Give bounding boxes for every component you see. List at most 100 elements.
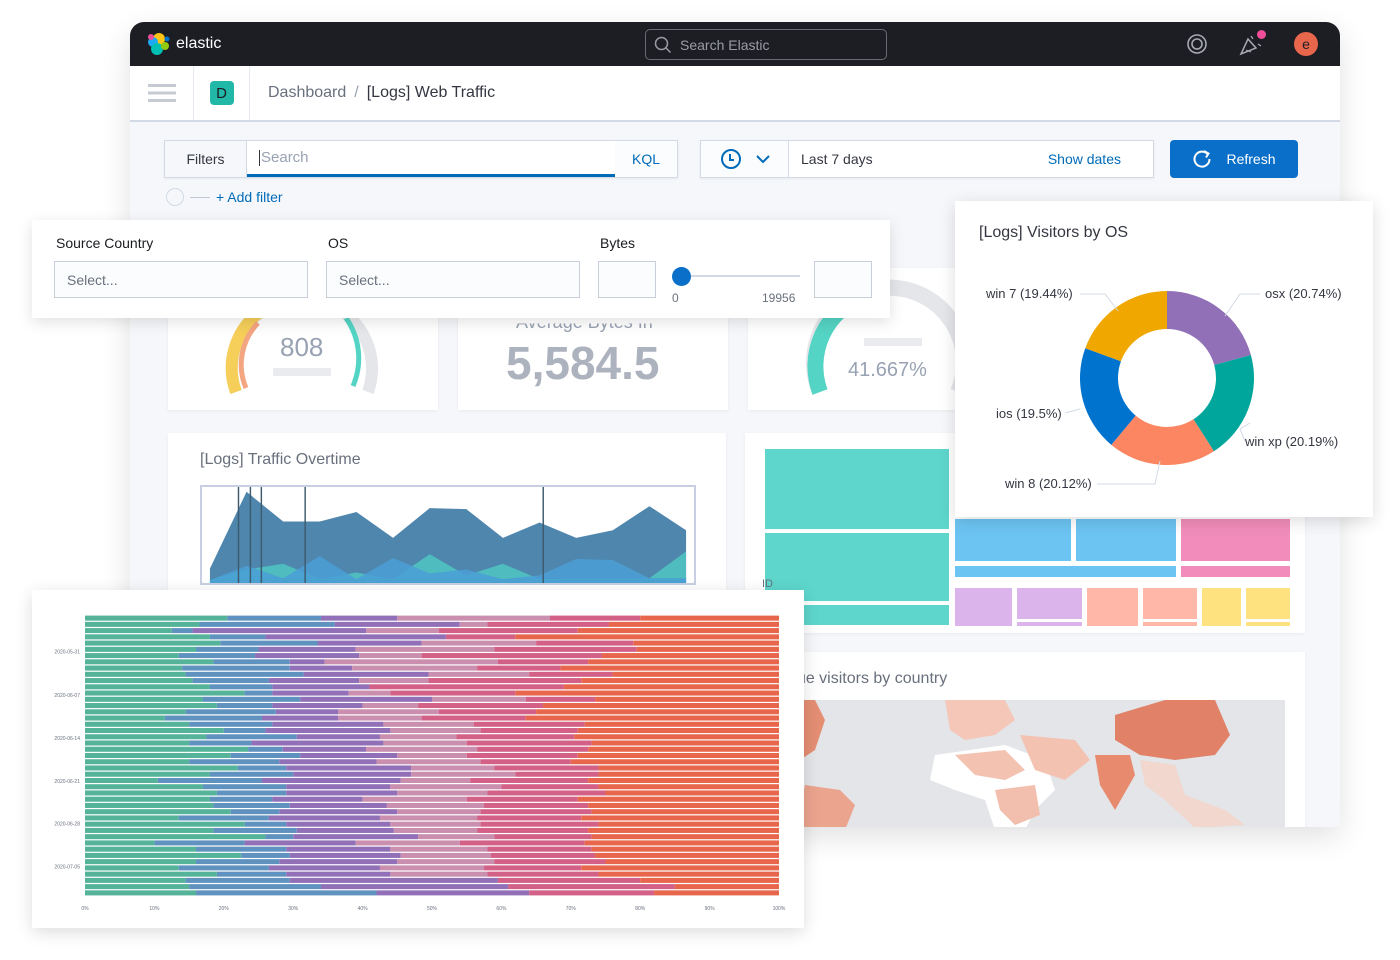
bar-segment[interactable] [85,690,245,696]
bar-segment[interactable] [390,846,488,852]
space-selector[interactable]: D [194,66,250,120]
source-country-select[interactable]: Select... [54,261,308,298]
bar-segment[interactable] [261,777,401,783]
bar-segment[interactable] [654,890,779,896]
bar-segment[interactable] [85,621,200,627]
bar-segment[interactable] [85,809,231,815]
help-icon[interactable] [1186,33,1208,55]
bar-segment[interactable] [244,840,356,846]
bar-segment[interactable] [279,759,377,765]
bar-segment[interactable] [636,646,779,652]
bar-segment[interactable] [85,684,210,690]
bar-segment[interactable] [577,728,779,734]
bar-segment[interactable] [85,715,165,721]
bar-segment[interactable] [303,671,429,677]
bar-segment[interactable] [265,634,446,640]
bar-segment[interactable] [272,721,384,727]
bar-segment[interactable] [438,628,578,634]
bar-segment[interactable] [525,715,779,721]
bar-segment[interactable] [570,759,779,765]
treemap-cell[interactable] [1017,622,1082,626]
bar-segment[interactable] [85,640,221,646]
bar-segment[interactable] [286,765,412,771]
bar-segment[interactable] [220,640,318,646]
user-avatar[interactable]: e [1294,32,1318,56]
bar-segment[interactable] [563,684,779,690]
bar-segment[interactable] [286,821,391,827]
bar-segment[interactable] [390,821,481,827]
bar-segment[interactable] [400,777,471,783]
bar-segment[interactable] [334,621,460,627]
bar-segment[interactable] [355,646,495,652]
bar-segment[interactable] [85,802,214,808]
bar-segment[interactable] [85,890,197,896]
bar-segment[interactable] [438,709,537,715]
bar-segment[interactable] [588,659,779,665]
treemap-cell[interactable] [955,566,1176,577]
bar-segment[interactable] [459,621,488,627]
bar-segment[interactable] [85,821,245,827]
bar-segment[interactable] [199,621,335,627]
bar-segment[interactable] [588,827,779,833]
bar-segment[interactable] [85,871,217,877]
bar-segment[interactable] [591,834,779,840]
bar-segment[interactable] [515,634,779,640]
treemap-cell[interactable] [1181,566,1290,577]
bar-segment[interactable] [157,777,262,783]
bar-segment[interactable] [182,665,290,671]
bar-segment[interactable] [366,628,439,634]
bar-segment[interactable] [85,653,179,659]
treemap-cell[interactable] [955,588,1012,626]
bar-segment[interactable] [164,715,262,721]
bar-segment[interactable] [272,690,349,696]
bar-segment[interactable] [421,640,537,646]
bar-segment[interactable] [189,721,273,727]
bar-segment[interactable] [85,796,210,802]
bar-segment[interactable] [497,659,589,665]
bar-segment[interactable] [421,715,526,721]
bar-segment[interactable] [192,678,269,684]
bar-segment[interactable] [265,834,294,840]
bar-segment[interactable] [85,752,231,759]
bar-segment[interactable] [466,752,578,759]
bar-segment[interactable] [279,809,398,815]
bar-segment[interactable] [202,696,301,702]
bar-segment[interactable] [286,784,391,790]
bar-segment[interactable] [473,721,585,727]
treemap-cell[interactable] [1202,588,1241,626]
os-select[interactable]: Select... [326,261,580,298]
bar-segment[interactable] [230,752,301,759]
bar-segment[interactable] [421,653,603,659]
bar-segment[interactable] [605,859,780,865]
bar-segment[interactable] [85,634,210,640]
time-range-label[interactable]: Last 7 days [789,141,1048,177]
bar-segment[interactable] [85,865,179,871]
bar-segment[interactable] [456,734,575,740]
bar-segment[interactable] [393,827,478,833]
bar-segment[interactable] [397,859,495,865]
bar-segment[interactable] [494,646,637,652]
show-dates-button[interactable]: Show dates [1047,141,1153,177]
bar-segment[interactable] [459,840,585,846]
bar-segment[interactable] [293,834,419,840]
bar-segment[interactable] [591,846,779,852]
bar-segment[interactable] [602,653,779,659]
bar-segment[interactable] [477,827,589,833]
bar-segment[interactable] [584,721,779,727]
bar-segment[interactable] [85,852,242,858]
bar-segment[interactable] [477,746,589,752]
bar-segment[interactable] [85,665,183,671]
bar-segment[interactable] [390,784,502,790]
bar-segment[interactable] [445,634,516,640]
bar-segment[interactable] [400,852,491,858]
bar-segment[interactable] [432,696,526,702]
global-search-input[interactable]: Search Elastic [645,29,887,60]
bar-segment[interactable] [272,684,370,690]
bar-segment[interactable] [359,678,429,684]
bar-segment[interactable] [286,790,398,796]
refresh-button[interactable]: Refresh [1170,140,1298,178]
bar-segment[interactable] [189,884,321,890]
bytes-min-input[interactable] [598,261,656,298]
bar-segment[interactable] [244,690,273,696]
bar-segment[interactable] [85,840,155,846]
